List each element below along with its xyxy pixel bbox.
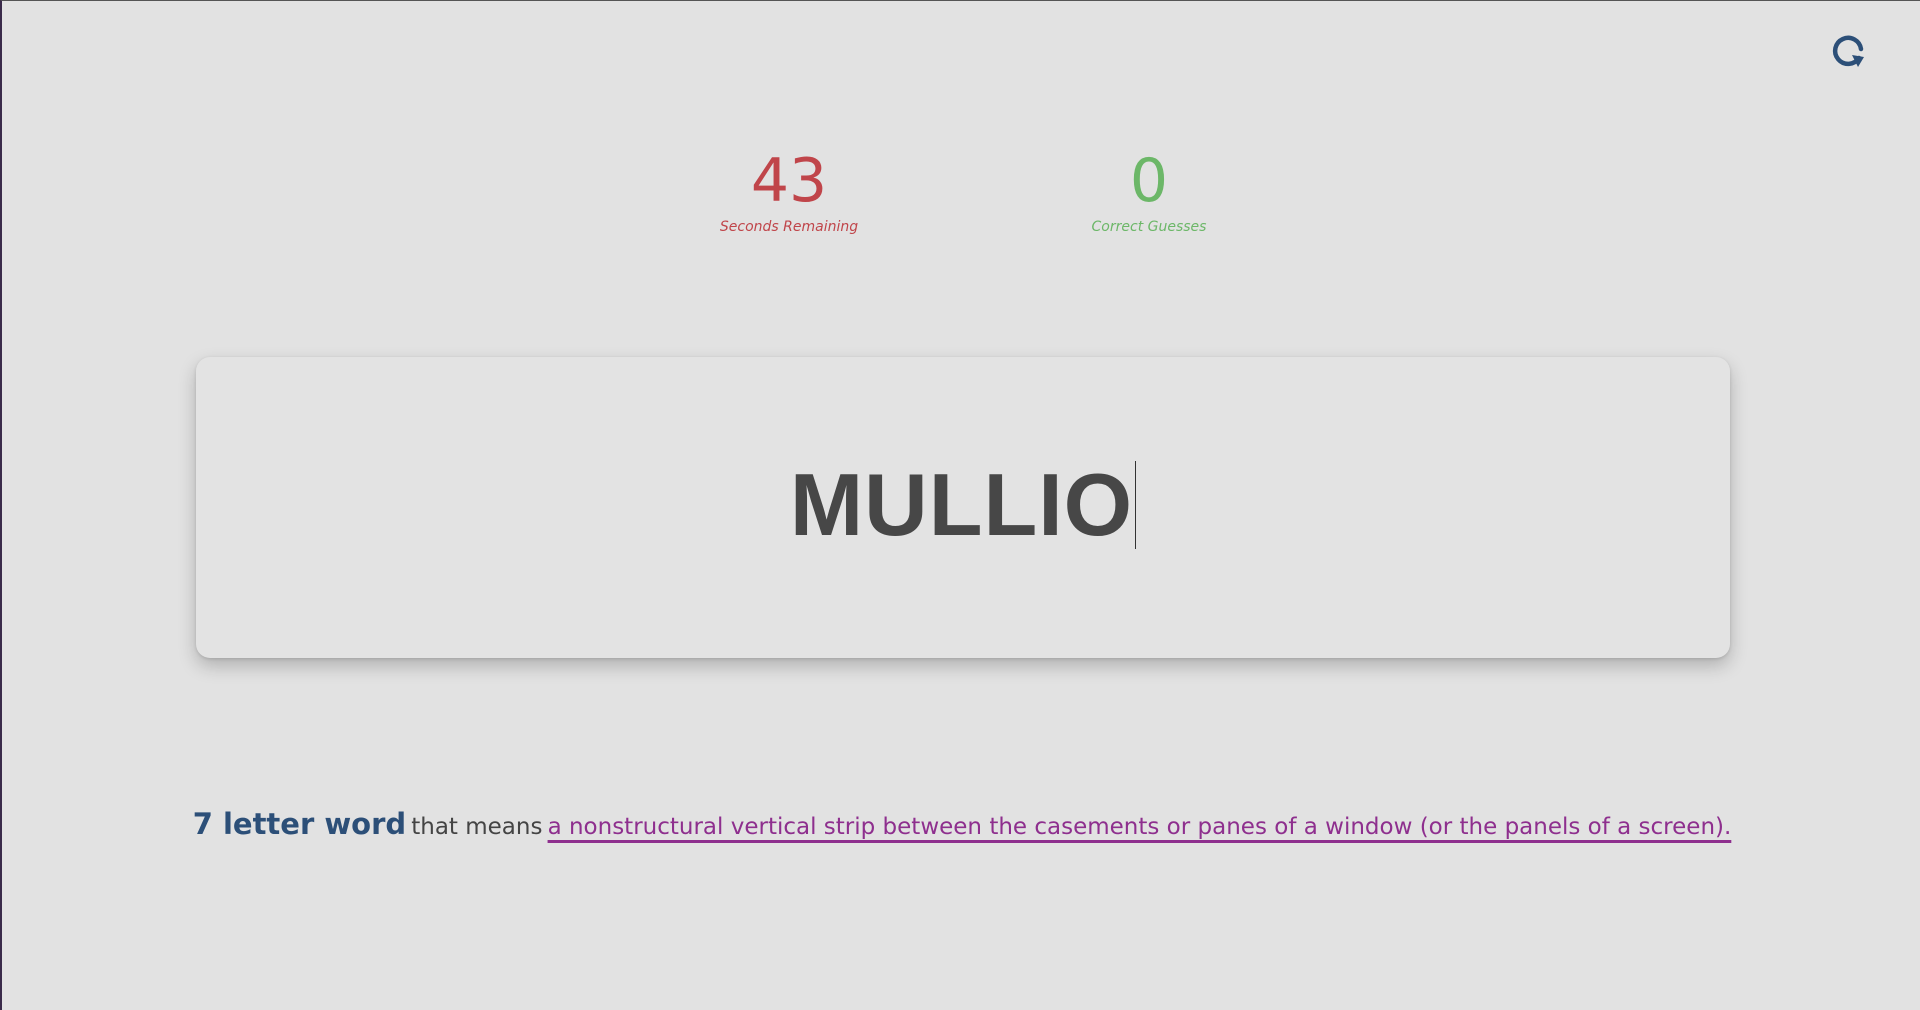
- clue-definition-link[interactable]: a nonstructural vertical strip between t…: [548, 814, 1732, 840]
- clue-word-length: 7 letter word: [192, 807, 407, 841]
- seconds-remaining-stat: 43 Seconds Remaining: [659, 149, 919, 235]
- correct-guesses-label: Correct Guesses: [1091, 219, 1207, 235]
- seconds-remaining-label: Seconds Remaining: [719, 219, 859, 235]
- reload-icon[interactable]: [1828, 29, 1868, 69]
- guess-input-box[interactable]: MULLIO: [196, 357, 1730, 658]
- guess-input[interactable]: MULLIO: [789, 454, 1137, 556]
- seconds-remaining-value: 43: [750, 146, 828, 216]
- reset-button[interactable]: [1826, 27, 1870, 71]
- clue-connector: that means: [411, 814, 543, 840]
- text-caret: [1135, 460, 1137, 549]
- clue: 7 letter word that means a nonstructural…: [2, 807, 1920, 841]
- guess-input-text: MULLIO: [789, 454, 1134, 554]
- correct-guesses-value: 0: [1129, 146, 1169, 216]
- correct-guesses-stat: 0 Correct Guesses: [1019, 149, 1279, 235]
